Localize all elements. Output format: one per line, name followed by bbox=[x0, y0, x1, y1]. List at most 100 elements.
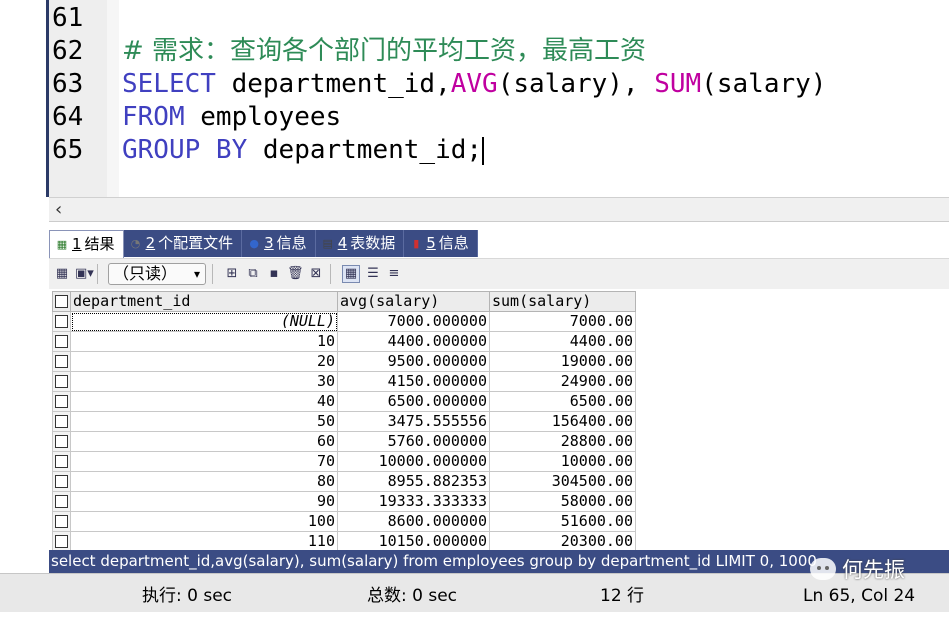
table-cell[interactable]: 304500.00 bbox=[489, 471, 636, 492]
table-row[interactable]: 80 8955.882353 304500.00 bbox=[52, 471, 636, 492]
code-text[interactable]: FROM employees bbox=[122, 101, 341, 134]
table-cell[interactable]: 6500.000000 bbox=[337, 391, 490, 412]
table-cell[interactable]: 6500.00 bbox=[489, 391, 636, 412]
table-cell[interactable]: 9500.000000 bbox=[337, 351, 490, 372]
editor-horizontal-scrollbar[interactable]: ‹ bbox=[49, 197, 949, 221]
table-cell[interactable]: 4400.000000 bbox=[337, 331, 490, 352]
table-cell[interactable]: 7000.000000 bbox=[337, 311, 490, 332]
code-text[interactable]: SELECT department_id,AVG(salary), SUM(sa… bbox=[122, 68, 826, 101]
checkbox[interactable] bbox=[55, 515, 68, 528]
tab-4[interactable]: ▤ 4 表数据 bbox=[316, 230, 405, 257]
checkbox[interactable] bbox=[55, 375, 68, 388]
table-cell[interactable]: 4400.00 bbox=[489, 331, 636, 352]
column-header[interactable]: avg(salary) bbox=[337, 291, 490, 312]
table-cell[interactable]: 24900.00 bbox=[489, 371, 636, 392]
table-cell[interactable]: 8600.000000 bbox=[337, 511, 490, 532]
scroll-left-icon[interactable]: ‹ bbox=[55, 198, 62, 221]
table-cell[interactable]: 20 bbox=[70, 351, 338, 372]
row-checkbox-cell[interactable] bbox=[52, 471, 71, 492]
checkbox[interactable] bbox=[55, 295, 68, 308]
table-row[interactable]: 20 9500.000000 19000.00 bbox=[52, 351, 636, 372]
code-line[interactable]: 65 GROUP BY department_id; bbox=[0, 134, 949, 167]
row-checkbox-cell[interactable] bbox=[52, 351, 71, 372]
table-cell[interactable]: 90 bbox=[70, 491, 338, 512]
row-checkbox-cell[interactable] bbox=[52, 491, 71, 512]
row-checkbox-cell[interactable] bbox=[52, 371, 71, 392]
table-cell[interactable]: 7000.00 bbox=[489, 311, 636, 332]
table-row[interactable]: (NULL) 7000.000000 7000.00 bbox=[52, 311, 636, 332]
row-checkbox-cell[interactable] bbox=[52, 451, 71, 472]
table-row[interactable]: 100 8600.000000 51600.00 bbox=[52, 511, 636, 532]
checkbox[interactable] bbox=[55, 455, 68, 468]
table-cell[interactable]: 4150.000000 bbox=[337, 371, 490, 392]
code-text[interactable]: # 需求：查询各个部门的平均工资，最高工资 bbox=[122, 35, 646, 68]
form-view-icon[interactable]: ☰ bbox=[365, 266, 381, 282]
code-line[interactable]: 64 FROM employees bbox=[0, 101, 949, 134]
checkbox[interactable] bbox=[55, 435, 68, 448]
checkbox[interactable] bbox=[55, 315, 68, 328]
duplicate-row-icon[interactable]: ⧉ bbox=[245, 266, 261, 282]
table-cell[interactable]: 20300.00 bbox=[489, 531, 636, 552]
table-cell[interactable]: 51600.00 bbox=[489, 511, 636, 532]
tab-5[interactable]: ▮ 5 信息 bbox=[404, 230, 478, 257]
table-cell[interactable]: 10 bbox=[70, 331, 338, 352]
tab-3[interactable]: ● 3 信息 bbox=[242, 230, 316, 257]
checkbox[interactable] bbox=[55, 335, 68, 348]
tab-1[interactable]: ▦ 1 结果 bbox=[49, 230, 124, 258]
checkbox[interactable] bbox=[55, 535, 68, 548]
table-cell[interactable]: 40 bbox=[70, 391, 338, 412]
table-cell[interactable]: 80 bbox=[70, 471, 338, 492]
table-cell[interactable]: 60 bbox=[70, 431, 338, 452]
column-header[interactable]: department_id bbox=[70, 291, 338, 312]
checkbox[interactable] bbox=[55, 475, 68, 488]
row-checkbox-cell[interactable] bbox=[52, 291, 71, 312]
table-row[interactable]: 30 4150.000000 24900.00 bbox=[52, 371, 636, 392]
table-cell[interactable]: 10150.000000 bbox=[337, 531, 490, 552]
row-checkbox-cell[interactable] bbox=[52, 531, 71, 552]
table-cell[interactable]: (NULL) bbox=[70, 311, 338, 332]
table-cell[interactable]: 100 bbox=[70, 511, 338, 532]
table-row[interactable]: 60 5760.000000 28800.00 bbox=[52, 431, 636, 452]
sql-editor[interactable]: 61 62 # 需求：查询各个部门的平均工资，最高工资 63 SELECT depart… bbox=[0, 0, 949, 197]
row-checkbox-cell[interactable] bbox=[52, 331, 71, 352]
table-cell[interactable]: 50 bbox=[70, 411, 338, 432]
table-row[interactable]: 110 10150.000000 20300.00 bbox=[52, 531, 636, 552]
code-line[interactable]: 62 # 需求：查询各个部门的平均工资，最高工资 bbox=[0, 35, 949, 68]
table-row[interactable]: 10 4400.000000 4400.00 bbox=[52, 331, 636, 352]
table-row[interactable]: 70 10000.000000 10000.00 bbox=[52, 451, 636, 472]
table-row[interactable]: 90 19333.333333 58000.00 bbox=[52, 491, 636, 512]
delete-icon[interactable]: 🗑 bbox=[287, 266, 304, 282]
table-cell[interactable]: 10000.000000 bbox=[337, 451, 490, 472]
row-checkbox-cell[interactable] bbox=[52, 411, 71, 432]
table-row[interactable]: 50 3475.555556 156400.00 bbox=[52, 411, 636, 432]
table-cell[interactable]: 3475.555556 bbox=[337, 411, 490, 432]
export-grid-icon[interactable]: ▦ bbox=[54, 266, 70, 282]
text-view-icon[interactable]: ≡ bbox=[386, 266, 402, 282]
table-cell[interactable]: 30 bbox=[70, 371, 338, 392]
row-checkbox-cell[interactable] bbox=[52, 511, 71, 532]
row-checkbox-cell[interactable] bbox=[52, 311, 71, 332]
grid-view-icon[interactable]: ▦ bbox=[342, 265, 360, 283]
code-text[interactable]: GROUP BY department_id; bbox=[122, 134, 485, 167]
table-cell[interactable]: 19000.00 bbox=[489, 351, 636, 372]
checkbox[interactable] bbox=[55, 355, 68, 368]
tab-2[interactable]: ◔ 2 个配置文件 bbox=[124, 230, 243, 257]
table-cell[interactable]: 58000.00 bbox=[489, 491, 636, 512]
table-cell[interactable]: 8955.882353 bbox=[337, 471, 490, 492]
table-cell[interactable]: 19333.333333 bbox=[337, 491, 490, 512]
checkbox[interactable] bbox=[55, 415, 68, 428]
readonly-select[interactable]: （只读） ▾ bbox=[108, 263, 206, 285]
column-header[interactable]: sum(salary) bbox=[489, 291, 636, 312]
checkbox[interactable] bbox=[55, 395, 68, 408]
table-cell[interactable]: 10000.00 bbox=[489, 451, 636, 472]
save-icon[interactable]: ▪ bbox=[266, 266, 282, 282]
cancel-changes-icon[interactable]: ⊠ bbox=[308, 266, 324, 282]
code-line[interactable]: 63 SELECT department_id,AVG(salary), SUM(… bbox=[0, 68, 949, 101]
table-cell[interactable]: 28800.00 bbox=[489, 431, 636, 452]
add-row-icon[interactable]: ⊞ bbox=[224, 266, 240, 282]
row-checkbox-cell[interactable] bbox=[52, 391, 71, 412]
table-cell[interactable]: 156400.00 bbox=[489, 411, 636, 432]
table-cell[interactable]: 70 bbox=[70, 451, 338, 472]
table-row[interactable]: 40 6500.000000 6500.00 bbox=[52, 391, 636, 412]
table-cell[interactable]: 5760.000000 bbox=[337, 431, 490, 452]
